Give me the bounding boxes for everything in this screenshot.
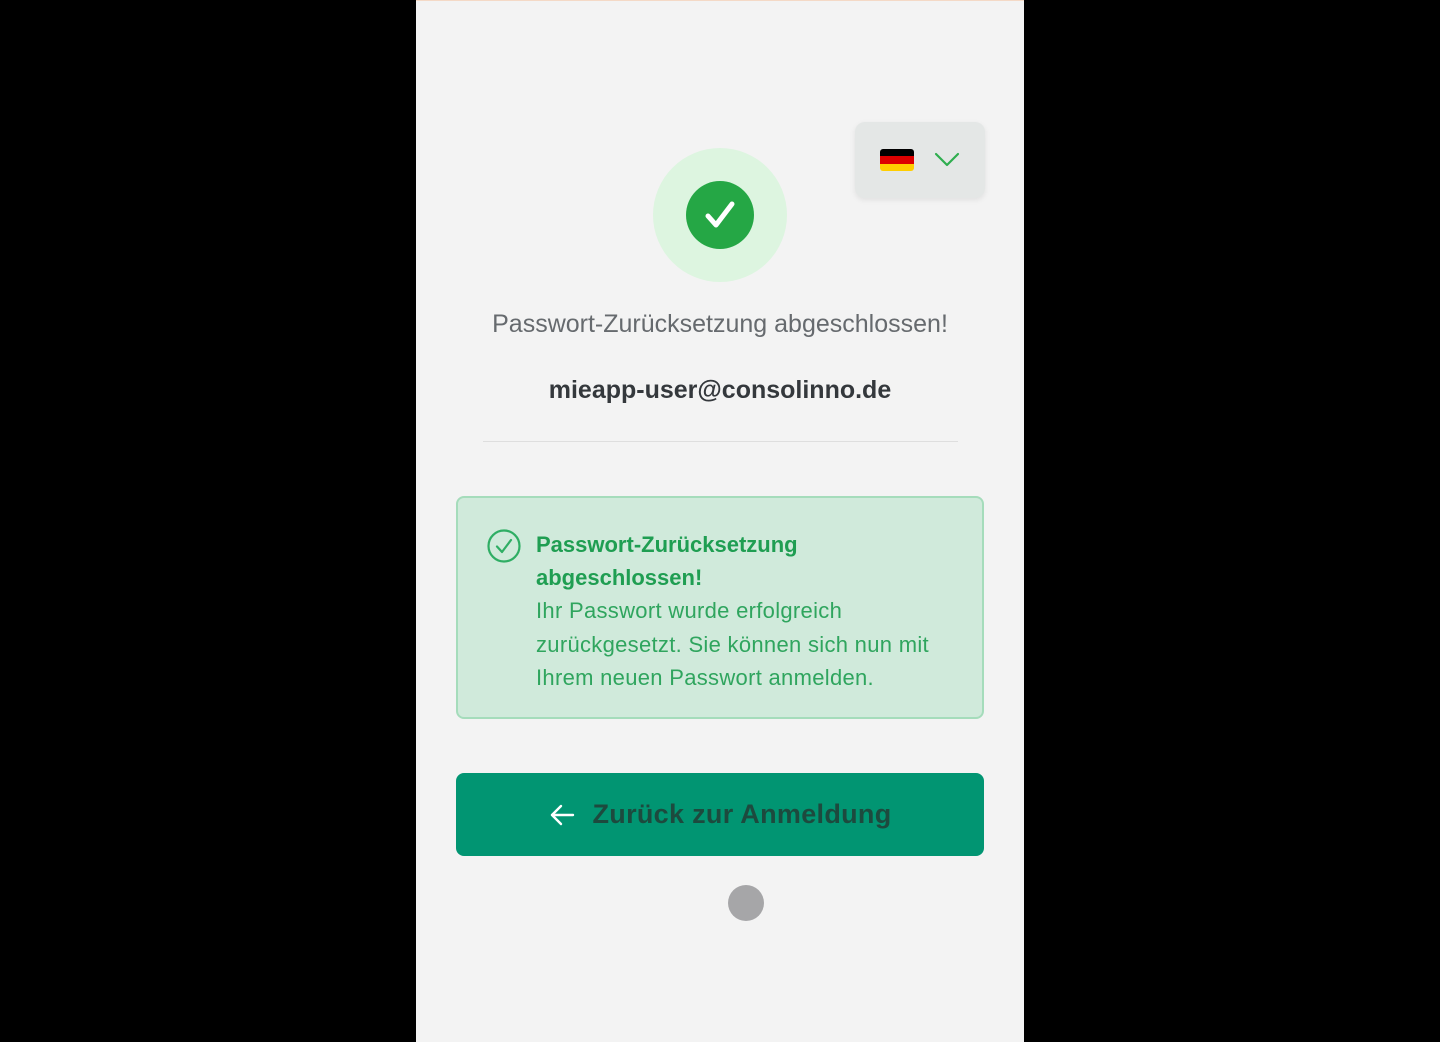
- touch-indicator: [728, 885, 764, 921]
- alert-title: Passwort-Zurücksetzung abgeschlossen!: [536, 532, 798, 590]
- success-alert: Passwort-Zurücksetzung abgeschlossen! Ih…: [456, 496, 984, 719]
- language-selector[interactable]: [855, 122, 985, 198]
- alert-message: Ihr Passwort wurde erfolgreich zurückges…: [536, 598, 929, 690]
- divider: [483, 441, 958, 442]
- status-heading: Passwort-Zurücksetzung abgeschlossen!: [492, 310, 948, 338]
- check-circle-outline-icon: [487, 529, 521, 563]
- check-circle-icon: [686, 181, 754, 249]
- flag-germany-icon: [880, 149, 914, 171]
- arrow-left-icon: [551, 804, 575, 825]
- back-button-label: Zurück zur Anmeldung: [592, 799, 892, 829]
- app-screen: Passwort-Zurücksetzung abgeschlossen! mi…: [416, 0, 1024, 1042]
- back-to-login-button[interactable]: Zurück zur Anmeldung: [456, 773, 984, 856]
- top-edge: [416, 0, 1024, 1]
- user-email: mieapp-user@consolinno.de: [548, 376, 892, 404]
- chevron-down-icon: [934, 152, 960, 167]
